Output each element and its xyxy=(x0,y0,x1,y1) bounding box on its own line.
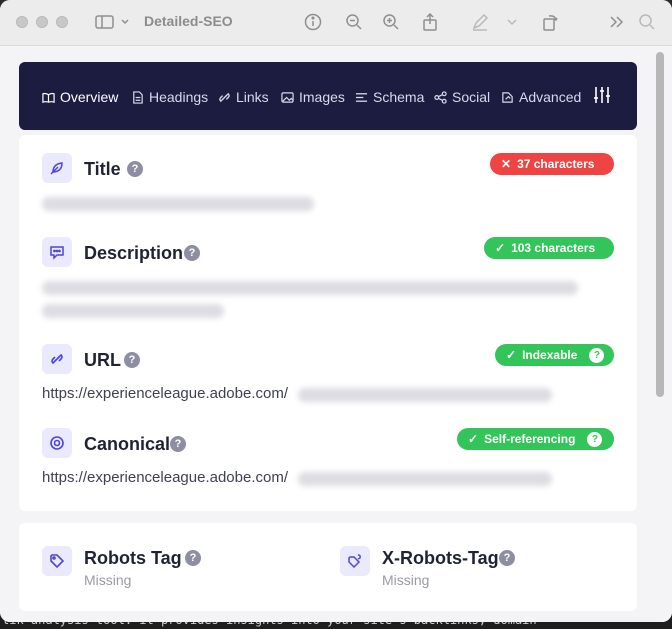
rotate-icon[interactable] xyxy=(539,11,561,33)
title-value-redacted xyxy=(42,197,314,211)
link-icon xyxy=(219,92,230,102)
url-badge-help-icon[interactable]: ? xyxy=(589,347,605,363)
url-status-badge: ✓ Indexable ? xyxy=(495,344,614,366)
check-icon: ✓ xyxy=(468,432,479,446)
canonical-heading: Canonical xyxy=(84,434,171,454)
description-value-redacted-line1 xyxy=(42,281,578,295)
tab-schema[interactable]: Schema xyxy=(355,88,424,106)
x-robots-tag-section-icon xyxy=(340,546,370,576)
url-value-redacted xyxy=(298,388,552,402)
robots-tag-help-icon[interactable]: ? xyxy=(185,550,201,566)
canonical-help-icon[interactable]: ? xyxy=(170,436,186,452)
canonical-value-redacted xyxy=(298,472,552,486)
canonical-badge-help-icon[interactable]: ? xyxy=(587,431,603,447)
app-window: Detailed-SEO Overview Headings Links Ima… xyxy=(0,0,672,622)
zoom-window-button[interactable] xyxy=(56,16,68,28)
robots-tag-status: Missing xyxy=(84,572,132,588)
canonical-section-icon xyxy=(42,428,72,458)
title-badge-label: 37 characters xyxy=(517,157,595,171)
tab-label: Headings xyxy=(149,89,209,105)
link-icon xyxy=(51,353,63,365)
url-badge-label: Indexable xyxy=(522,348,578,362)
check-icon: ✓ xyxy=(495,241,506,255)
minimize-window-button[interactable] xyxy=(36,16,48,28)
title-help-icon[interactable]: ? xyxy=(127,161,143,177)
tab-links[interactable]: Links xyxy=(218,88,269,106)
description-badge-label: 103 characters xyxy=(511,241,596,255)
tab-label: Images xyxy=(299,89,345,105)
title-bar: Detailed-SEO xyxy=(0,0,672,46)
share-icon[interactable] xyxy=(419,11,441,33)
feather-icon xyxy=(50,162,63,175)
sidebar-toggle-icon[interactable] xyxy=(92,11,132,33)
align-left-icon xyxy=(355,92,368,102)
description-value-redacted-line2 xyxy=(42,304,224,318)
info-icon[interactable] xyxy=(302,11,324,33)
book-open-icon xyxy=(42,92,55,103)
x-mark-icon: ✕ xyxy=(501,157,512,171)
description-heading: Description xyxy=(84,243,184,263)
x-robots-tag-status: Missing xyxy=(382,572,430,588)
robots-tag-heading: Robots Tag xyxy=(84,548,182,568)
check-icon: ✓ xyxy=(506,348,517,362)
image-icon xyxy=(281,91,294,103)
description-status-badge: ✓ 103 characters xyxy=(484,237,614,259)
canonical-badge-label: Self-referencing xyxy=(484,432,576,446)
tab-label: Overview xyxy=(60,89,119,105)
canonical-status-badge: ✓ Self-referencing ? xyxy=(457,428,614,450)
tab-label: Links xyxy=(236,89,269,105)
description-section-icon xyxy=(42,237,72,267)
tab-label: Schema xyxy=(373,89,425,105)
tab-social[interactable]: Social xyxy=(434,88,490,106)
title-status-badge: ✕ 37 characters xyxy=(490,153,614,175)
settings-button[interactable] xyxy=(593,86,611,104)
window-title: Detailed-SEO xyxy=(144,13,233,29)
chat-bubble-icon xyxy=(50,246,64,260)
tab-label: Social xyxy=(452,89,491,105)
tag-icon xyxy=(50,554,65,569)
tab-overview[interactable]: Overview xyxy=(42,88,118,106)
x-robots-tag-heading: X-Robots-Tag xyxy=(382,548,499,568)
tab-images[interactable]: Images xyxy=(281,88,345,106)
zoom-out-icon[interactable] xyxy=(343,11,365,33)
document-icon xyxy=(133,90,143,104)
advanced-icon xyxy=(502,91,513,103)
tab-navigation: Overview Headings Links Images Schema So… xyxy=(19,62,637,130)
tags-icon xyxy=(348,554,361,569)
url-section-icon xyxy=(42,344,72,374)
close-window-button[interactable] xyxy=(16,16,28,28)
more-chevrons-icon[interactable] xyxy=(605,11,627,33)
search-icon[interactable] xyxy=(636,11,658,33)
canonical-value: https://experienceleague.adobe.com/ xyxy=(42,469,288,486)
url-value: https://experienceleague.adobe.com/ xyxy=(42,385,288,402)
markup-menu-chevron-icon[interactable] xyxy=(502,11,522,33)
title-section-icon xyxy=(42,153,72,183)
x-robots-tag-help-icon[interactable]: ? xyxy=(499,550,515,566)
sliders-icon xyxy=(594,87,610,103)
target-icon xyxy=(50,436,64,450)
url-help-icon[interactable]: ? xyxy=(124,352,140,368)
description-help-icon[interactable]: ? xyxy=(184,245,200,261)
markup-pen-icon[interactable] xyxy=(469,11,491,33)
scrollbar-thumb[interactable] xyxy=(656,52,664,397)
tab-advanced[interactable]: Advanced xyxy=(501,88,581,106)
url-heading: URL xyxy=(84,350,121,370)
tab-headings[interactable]: Headings xyxy=(131,88,208,106)
tab-label: Advanced xyxy=(519,89,582,105)
share-nodes-icon xyxy=(434,90,447,104)
title-heading: Title xyxy=(84,159,121,179)
robots-tag-section-icon xyxy=(42,546,72,576)
zoom-in-icon[interactable] xyxy=(380,11,402,33)
